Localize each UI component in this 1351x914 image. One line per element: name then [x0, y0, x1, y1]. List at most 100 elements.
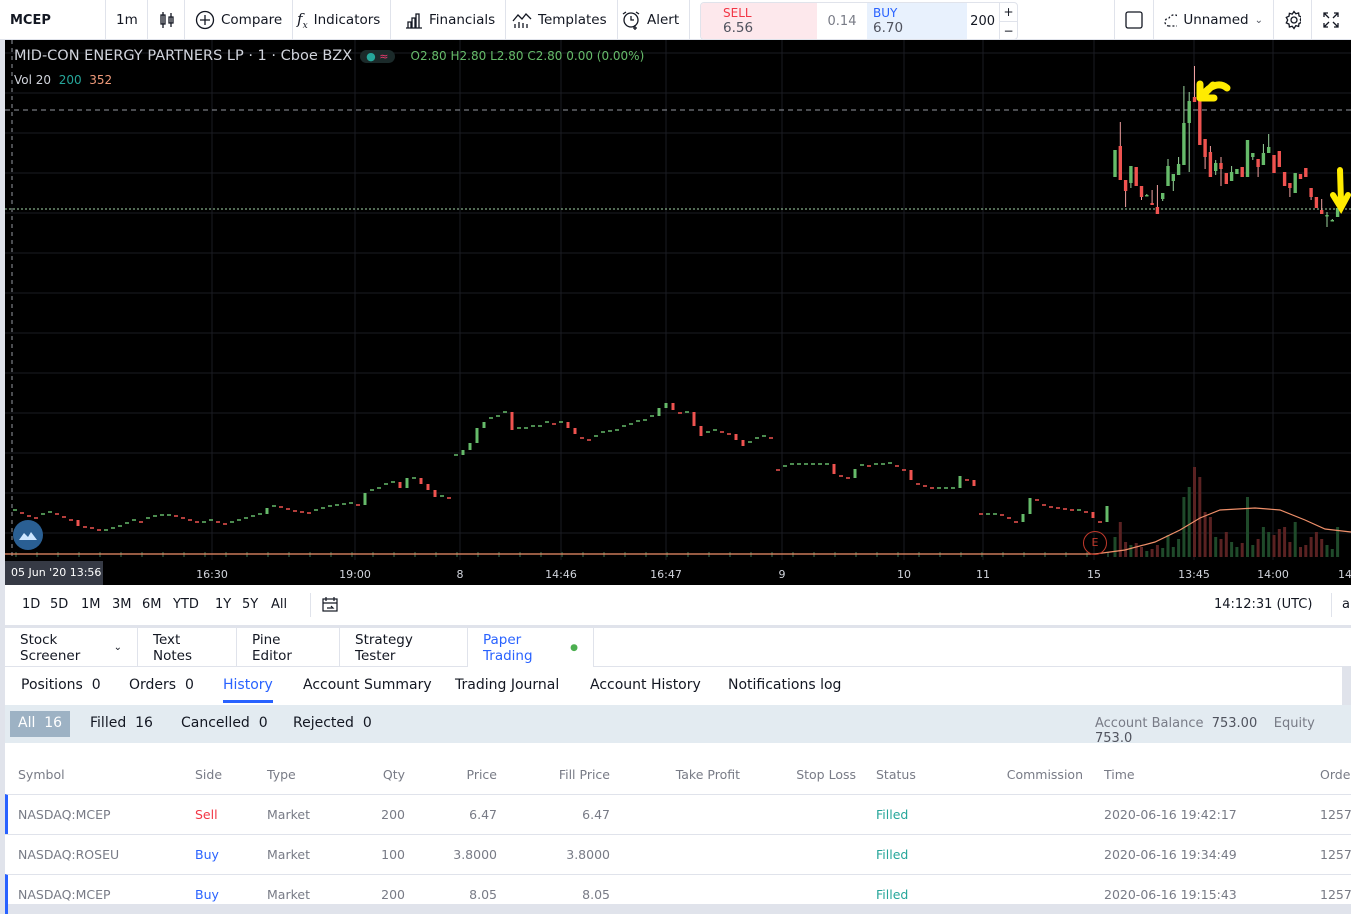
chevron-down-icon: ⌄ [113, 642, 122, 653]
column-header-side[interactable]: Side [195, 767, 222, 782]
layout-button[interactable]: Unnamed ⌄ [1154, 0, 1274, 40]
candle [1277, 151, 1281, 167]
select-button[interactable] [1114, 0, 1154, 40]
filter-all[interactable]: All 16 [10, 711, 71, 737]
volume-bar [1267, 532, 1271, 557]
tab-trading-journal[interactable]: Trading Journal [455, 677, 559, 693]
range-ytd[interactable]: YTD [173, 597, 199, 612]
financials-button[interactable]: Financials [395, 0, 507, 40]
chart-type-button[interactable] [148, 0, 185, 40]
range-1d[interactable]: 1D [22, 597, 40, 612]
candle [671, 403, 675, 410]
range-all[interactable]: All [271, 597, 287, 612]
adjust-toggle[interactable]: a [1342, 597, 1350, 612]
table-row[interactable]: NASDAQ:MCEP Sell Market 200 6.47 6.47 Filled 20… [5, 794, 1351, 834]
column-header-type[interactable]: Type [267, 767, 296, 782]
filter-rejected[interactable]: Rejected 0 [293, 715, 372, 731]
settings-button[interactable] [1274, 0, 1312, 40]
tab-stock-screener[interactable]: Stock Screener ⌄ [5, 628, 138, 667]
crosshair-date-label: 05 Jun '20 13:56 [5, 561, 103, 585]
volume-bar [1161, 548, 1165, 557]
candle [1145, 195, 1149, 197]
cell-price: 3.8000 [453, 847, 497, 862]
volume-bar [1155, 545, 1159, 557]
interval-button[interactable]: 1m [106, 0, 148, 40]
range-6m[interactable]: 6M [142, 597, 162, 612]
cell-time: 2020-06-16 19:15:43 [1104, 887, 1237, 902]
chart-canvas[interactable] [5, 40, 1351, 585]
candle [1118, 146, 1122, 180]
column-header-order[interactable]: Order [1320, 767, 1351, 782]
quantity-increase-button[interactable]: + [1000, 3, 1017, 21]
tab-paper-trading[interactable]: Paper Trading ● [468, 628, 594, 668]
candle [1229, 172, 1234, 181]
volume-bar [1140, 547, 1143, 557]
candle [1309, 188, 1313, 197]
candle [972, 480, 976, 486]
tab-text-notes[interactable]: Text Notes [138, 628, 237, 667]
indicators-button[interactable]: fx Indicators [287, 0, 392, 40]
templates-icon [512, 13, 532, 28]
column-header-symbol[interactable]: Symbol [18, 767, 65, 782]
tab-strategy-tester[interactable]: Strategy Tester [340, 628, 468, 667]
alert-button[interactable]: Alert [611, 0, 691, 40]
column-header-time[interactable]: Time [1104, 767, 1135, 782]
range-5y[interactable]: 5Y [242, 597, 258, 612]
time-tick-label: 16:47 [650, 568, 682, 581]
goto-date-icon[interactable] [321, 596, 339, 618]
range-3m[interactable]: 3M [112, 597, 132, 612]
column-header-commission[interactable]: Commission [1007, 767, 1083, 782]
candle [734, 434, 738, 440]
column-header-take-profit[interactable]: Take Profit [676, 767, 740, 782]
column-header-fill-price[interactable]: Fill Price [559, 767, 610, 782]
volume-legend: Vol 20 200 352 [14, 73, 112, 87]
tab-notifications-log[interactable]: Notifications log [728, 677, 841, 693]
trading-sub-tabs: Positions 0 Orders 0 History Account Sum… [5, 667, 1342, 705]
candle [510, 412, 514, 430]
tab-pine-editor[interactable]: Pine Editor [237, 628, 340, 667]
column-header-status[interactable]: Status [876, 767, 916, 782]
tab-account-summary[interactable]: Account Summary [303, 677, 432, 693]
compare-button[interactable]: Compare [185, 0, 294, 40]
filter-cancelled[interactable]: Cancelled 0 [181, 715, 268, 731]
quantity-input[interactable]: 200 [967, 3, 999, 39]
candle [909, 470, 913, 480]
time-axis[interactable]: 16:30 19:00 8 14:46 16:47 9 10 11 15 13:45 14:00 14 [5, 560, 1351, 585]
candle [1219, 163, 1223, 169]
fullscreen-button[interactable] [1312, 0, 1351, 40]
tab-account-history[interactable]: Account History [590, 677, 701, 693]
sell-button[interactable]: SELL 6.56 [701, 3, 817, 39]
candle [1203, 139, 1207, 157]
range-5d[interactable]: 5D [50, 597, 68, 612]
column-header-stop-loss[interactable]: Stop Loss [796, 767, 856, 782]
time-tick-label: 8 [456, 568, 464, 581]
time-tick-label: 16:30 [196, 568, 228, 581]
quantity-decrease-button[interactable]: − [1000, 21, 1017, 39]
tab-history[interactable]: History [223, 677, 273, 703]
candle [426, 484, 430, 490]
table-row[interactable]: NASDAQ:ROSEU Buy Market 100 3.8000 3.8000 Fill… [5, 834, 1351, 874]
filter-count: 0 [362, 715, 372, 731]
column-header-qty[interactable]: Qty [383, 767, 405, 782]
buy-button[interactable]: BUY 6.70 [867, 3, 967, 39]
trade-panel: SELL 6.56 0.14 BUY 6.70 200 + − [700, 2, 1018, 40]
symbol-search[interactable]: MCEP [0, 0, 106, 40]
earnings-marker[interactable]: E [1083, 531, 1107, 555]
table-row[interactable]: NASDAQ:MCEP Buy Market 200 8.05 8.05 Filled 202… [5, 874, 1351, 914]
cell-status: Filled [876, 847, 909, 862]
tab-label: History [223, 677, 273, 693]
templates-button[interactable]: Templates [502, 0, 618, 40]
tradingview-logo[interactable] [13, 520, 43, 550]
range-1y[interactable]: 1Y [215, 597, 231, 612]
price-chart[interactable]: MID-CON ENERGY PARTNERS LP · 1 · Cboe BZ… [5, 40, 1351, 585]
volume-bar [1336, 527, 1340, 557]
volume-bar [1314, 532, 1318, 557]
filter-filled[interactable]: Filled 16 [90, 715, 153, 731]
column-header-price[interactable]: Price [467, 767, 498, 782]
range-1m[interactable]: 1M [81, 597, 101, 612]
tab-positions[interactable]: Positions 0 [21, 677, 101, 693]
balance-label: Account Balance [1095, 716, 1204, 731]
utc-clock[interactable]: 14:12:31 (UTC) [1214, 597, 1312, 612]
volume-bar [1299, 547, 1302, 557]
tab-orders[interactable]: Orders 0 [129, 677, 194, 693]
